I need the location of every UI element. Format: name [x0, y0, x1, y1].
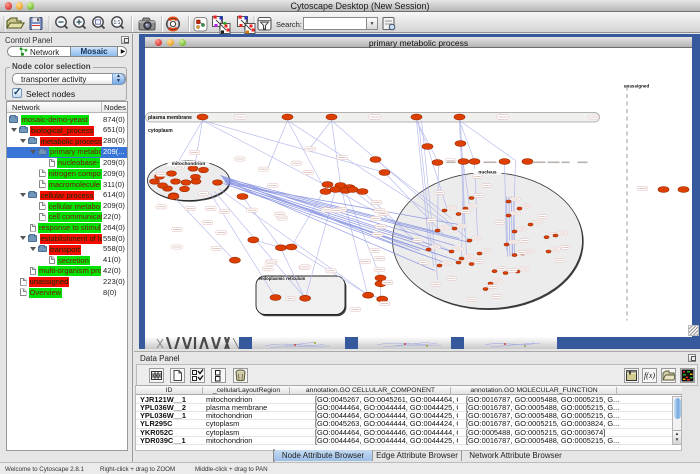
svg-text:endoplasmic reticulum: endoplasmic reticulum — [259, 276, 306, 281]
svg-text:f(x): f(x) — [644, 371, 655, 380]
svg-text:plasma membrane: plasma membrane — [148, 114, 192, 120]
svg-text:unassigned: unassigned — [624, 83, 650, 88]
svg-text:1:1: 1:1 — [114, 20, 121, 26]
svg-text:nucleus: nucleus — [478, 169, 496, 175]
svg-text:cytoplasm: cytoplasm — [148, 128, 173, 134]
svg-text:mitochondrion: mitochondrion — [172, 161, 206, 167]
